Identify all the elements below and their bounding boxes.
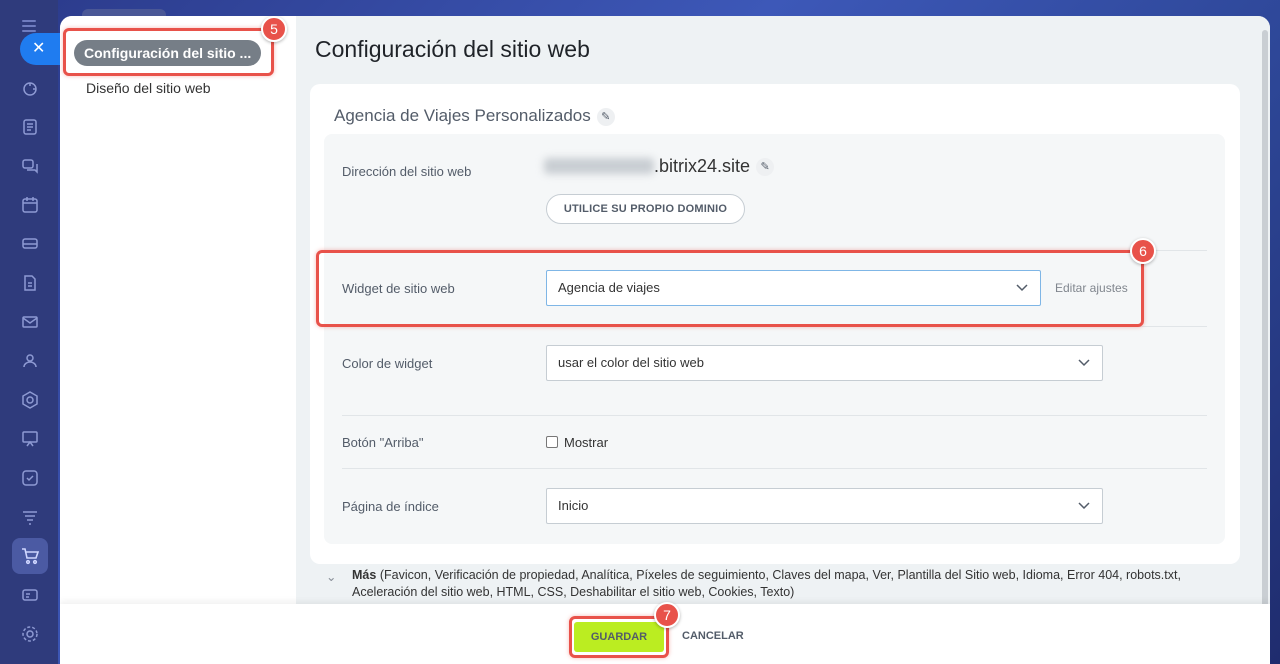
presentation-icon[interactable] xyxy=(20,429,40,449)
tasks-icon[interactable] xyxy=(20,468,40,488)
left-rail: ✕ xyxy=(0,0,60,664)
divider xyxy=(342,468,1207,469)
more-items: (Favicon, Verificación de propiedad, Ana… xyxy=(352,568,1181,599)
close-icon[interactable]: ✕ xyxy=(20,33,60,65)
contacts-icon[interactable] xyxy=(20,351,40,371)
calendar-icon[interactable] xyxy=(20,195,40,215)
settings-card: Agencia de Viajes Personalizados ✎ Direcc… xyxy=(310,84,1240,564)
widget-color-select[interactable]: usar el color del sitio web xyxy=(546,345,1103,381)
main-content: Configuración del sitio web Agencia de V… xyxy=(296,16,1270,664)
address-subdomain-blurred xyxy=(544,158,654,174)
page-title: Configuración del sitio web xyxy=(315,36,590,62)
drive-icon[interactable] xyxy=(20,233,40,253)
checkbox[interactable] xyxy=(546,436,558,448)
pencil-icon[interactable]: ✎ xyxy=(596,107,615,126)
settings-panel: Configuración del sitio ... Diseño del s… xyxy=(60,16,1270,664)
highlight-box-7 xyxy=(569,616,669,658)
index-page-select[interactable]: Inicio xyxy=(546,488,1103,524)
crm-icon[interactable] xyxy=(20,390,40,410)
settings-icon[interactable] xyxy=(20,624,40,644)
document-icon[interactable] xyxy=(20,273,40,293)
chat-icon[interactable] xyxy=(20,156,40,176)
top-button-label: Botón "Arriba" xyxy=(342,435,424,450)
checkbox-label: Mostrar xyxy=(564,435,609,450)
highlight-box-6 xyxy=(316,250,1144,327)
more-section[interactable]: ⌄ Más (Favicon, Verificación de propieda… xyxy=(324,567,1194,601)
highlight-box-5 xyxy=(63,28,274,76)
feed-icon[interactable] xyxy=(20,117,40,137)
activity-icon[interactable] xyxy=(20,79,40,99)
settings-form: Dirección del sitio web .bitrix24.site ✎ … xyxy=(316,134,1225,544)
step-badge-5: 5 xyxy=(261,16,287,42)
cancel-button[interactable]: CANCELAR xyxy=(682,630,744,642)
filter-icon[interactable] xyxy=(20,507,40,527)
step-badge-6: 6 xyxy=(1130,238,1156,264)
index-page-select-value: Inicio xyxy=(558,498,589,513)
shop-icon[interactable] xyxy=(12,538,48,574)
widget-color-label: Color de widget xyxy=(342,356,433,371)
settings-sidebar: Configuración del sitio ... Diseño del s… xyxy=(60,16,296,664)
chevron-down-icon xyxy=(1078,489,1090,510)
sidebar-item-site-design[interactable]: Diseño del sitio web xyxy=(86,80,211,96)
show-top-button-checkbox[interactable]: Mostrar xyxy=(546,435,608,450)
chevron-down-icon[interactable]: ⌄ xyxy=(326,569,336,586)
index-page-label: Página de índice xyxy=(342,499,439,514)
id-card-icon[interactable] xyxy=(20,585,40,605)
footer-bar: GUARDAR CANCELAR 7 xyxy=(60,602,1270,664)
widget-color-select-value: usar el color del sitio web xyxy=(558,355,704,370)
address-label: Dirección del sitio web xyxy=(342,164,472,179)
pencil-icon[interactable]: ✎ xyxy=(756,158,775,177)
step-badge-7: 7 xyxy=(654,602,680,628)
scrollbar[interactable] xyxy=(1262,30,1268,610)
site-name-text: Agencia de Viajes Personalizados xyxy=(334,106,591,125)
more-label[interactable]: Más xyxy=(352,568,376,582)
address-domain-text: .bitrix24.site xyxy=(654,156,751,176)
own-domain-button[interactable]: UTILICE SU PROPIO DOMINIO xyxy=(546,194,745,224)
address-domain: .bitrix24.site ✎ xyxy=(654,156,775,177)
menu-icon[interactable] xyxy=(22,20,36,32)
mail-icon[interactable] xyxy=(20,312,40,332)
chevron-down-icon xyxy=(1078,346,1090,367)
divider xyxy=(342,415,1207,416)
site-name: Agencia de Viajes Personalizados ✎ xyxy=(334,106,615,126)
